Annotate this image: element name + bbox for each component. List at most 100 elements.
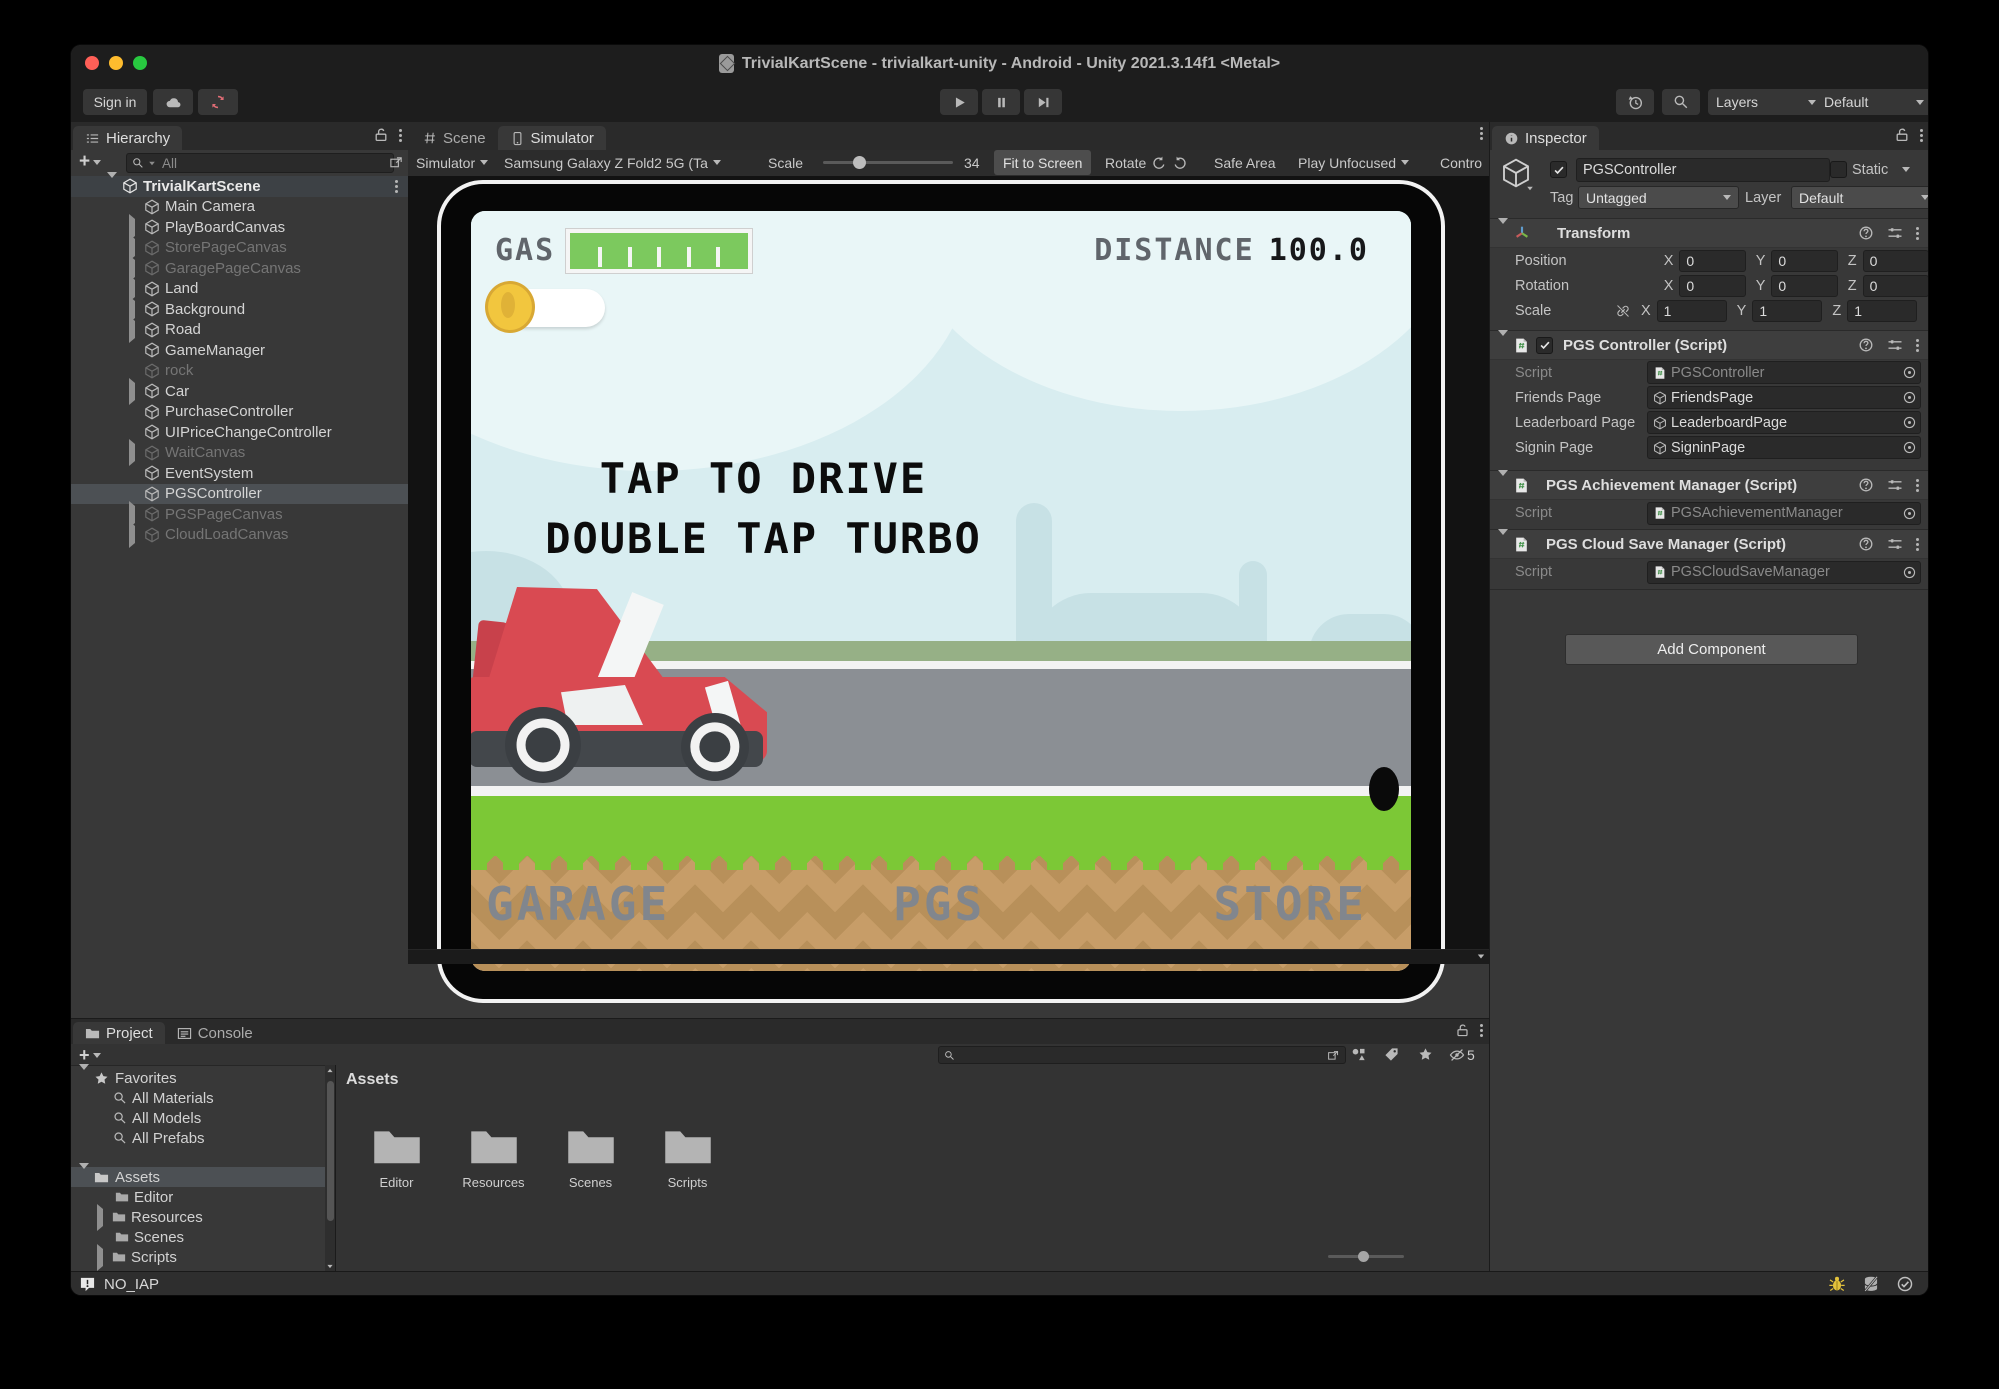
kebab-menu-icon[interactable] (1916, 479, 1919, 492)
kebab-menu-icon[interactable] (1916, 538, 1919, 551)
static-checkbox[interactable] (1830, 161, 1847, 178)
play-button[interactable] (940, 89, 978, 115)
object-picker-icon[interactable] (1902, 440, 1917, 455)
hierarchy-item[interactable]: EventSystem (71, 463, 408, 484)
hierarchy-item[interactable]: Main Camera (71, 197, 408, 218)
open-external-icon[interactable] (1327, 1049, 1340, 1062)
kebab-menu-icon[interactable] (1916, 339, 1919, 352)
gameobject-name-field[interactable] (1576, 158, 1830, 182)
sign-in-button[interactable]: Sign in (83, 89, 147, 115)
leaderboard-page-object-field[interactable]: LeaderboardPage (1647, 411, 1921, 434)
fit-to-screen-button[interactable]: Fit to Screen (994, 150, 1091, 175)
help-icon[interactable] (1858, 536, 1874, 552)
object-picker-icon[interactable] (1902, 415, 1917, 430)
kebab-menu-icon[interactable] (1480, 127, 1483, 140)
rotation-x-field[interactable]: 0 (1679, 275, 1745, 297)
hierarchy-item[interactable]: Background (71, 299, 408, 320)
gameobject-cube-icon[interactable] (1500, 157, 1532, 189)
hierarchy-item[interactable]: GaragePageCanvas (71, 258, 408, 279)
layer-dropdown[interactable]: Default (1791, 186, 1928, 209)
pause-button[interactable] (982, 89, 1020, 115)
close-button[interactable] (85, 56, 99, 70)
object-picker-icon[interactable] (1902, 565, 1917, 580)
hierarchy-item[interactable]: UIPriceChangeController (71, 422, 408, 443)
tab-scene[interactable]: Scene (411, 126, 498, 150)
kebab-menu-icon[interactable] (1920, 129, 1923, 142)
zoom-button[interactable] (133, 56, 147, 70)
favorites-item[interactable]: All Models (71, 1108, 325, 1128)
favorites-star-icon[interactable] (1418, 1047, 1433, 1062)
scale-z-field[interactable]: 1 (1847, 300, 1917, 322)
project-search-field[interactable] (938, 1046, 1346, 1064)
tree-folder[interactable]: Scenes (71, 1227, 325, 1247)
safe-area-toggle[interactable]: Safe Area (1214, 150, 1276, 175)
undo-history-button[interactable] (1616, 89, 1654, 115)
game-screen[interactable]: GAS DISTANCE100.0 TAP TO DRIVE DOUBLE TA… (471, 211, 1411, 971)
tag-dropdown[interactable]: Untagged (1578, 186, 1739, 209)
script-object-field[interactable]: PGSController (1647, 361, 1921, 384)
cache-server-icon[interactable] (1862, 1275, 1880, 1293)
position-x-field[interactable]: 0 (1679, 250, 1745, 272)
position-y-field[interactable]: 0 (1771, 250, 1837, 272)
debugger-bug-icon[interactable] (1828, 1275, 1846, 1293)
transform-header[interactable]: Transform (1490, 218, 1928, 248)
tree-scrollbar[interactable] (325, 1065, 335, 1272)
status-message[interactable]: NO_IAP (104, 1276, 159, 1293)
create-asset-button[interactable]: + (79, 1045, 101, 1066)
hierarchy-search-input[interactable] (160, 155, 388, 172)
open-external-icon[interactable] (389, 155, 404, 170)
pgs-cloudsave-header[interactable]: PGS Cloud Save Manager (Script) (1490, 529, 1928, 559)
tree-folder[interactable]: Editor (71, 1187, 325, 1207)
enabled-checkbox[interactable] (1536, 337, 1553, 354)
add-component-button[interactable]: Add Component (1565, 634, 1858, 665)
help-icon[interactable] (1858, 337, 1874, 353)
hidden-packages-toggle[interactable]: 5 (1449, 1047, 1475, 1063)
hierarchy-item[interactable]: Road (71, 320, 408, 341)
rotation-y-field[interactable]: 0 (1771, 275, 1837, 297)
active-checkbox[interactable] (1550, 161, 1567, 178)
project-search-input[interactable] (959, 1047, 1323, 1064)
tab-simulator[interactable]: Simulator (498, 126, 606, 150)
tree-folder[interactable]: Resources (71, 1207, 325, 1227)
scale-x-field[interactable]: 1 (1657, 300, 1727, 322)
help-icon[interactable] (1858, 225, 1874, 241)
create-object-button[interactable]: + (79, 153, 101, 171)
favorites-item[interactable]: All Prefabs (71, 1128, 325, 1148)
layout-dropdown[interactable]: Default (1816, 89, 1928, 115)
simulator-mode-dropdown[interactable]: Simulator (416, 150, 488, 175)
device-dropdown[interactable]: Samsung Galaxy Z Fold2 5G (Ta (504, 150, 721, 175)
scrollbar-thumb[interactable] (327, 1081, 334, 1221)
tab-project[interactable]: Project (73, 1022, 165, 1044)
tree-folder[interactable]: Scripts (71, 1247, 325, 1267)
kebab-menu-icon[interactable] (399, 129, 402, 142)
hierarchy-item[interactable]: rock (71, 361, 408, 382)
signin-page-object-field[interactable]: SigninPage (1647, 436, 1921, 459)
presets-icon[interactable] (1887, 536, 1903, 552)
hierarchy-item[interactable]: CloudLoadCanvas (71, 525, 408, 546)
object-picker-icon[interactable] (1902, 506, 1917, 521)
tab-hierarchy[interactable]: Hierarchy (73, 126, 182, 150)
tab-console[interactable]: Console (165, 1022, 265, 1044)
hierarchy-item[interactable]: PGSPageCanvas (71, 504, 408, 525)
slider-handle[interactable] (853, 156, 866, 169)
hierarchy-item[interactable]: WaitCanvas (71, 443, 408, 464)
search-button[interactable] (1662, 89, 1700, 115)
script-object-field[interactable]: PGSCloudSaveManager (1647, 561, 1921, 584)
friends-page-object-field[interactable]: FriendsPage (1647, 386, 1921, 409)
presets-icon[interactable] (1887, 477, 1903, 493)
rotation-z-field[interactable]: 0 (1863, 275, 1928, 297)
horizontal-scrollbar[interactable] (408, 949, 1489, 964)
lock-icon[interactable] (1455, 1023, 1470, 1038)
pgs-controller-header[interactable]: PGS Controller (Script) (1490, 330, 1928, 360)
presets-icon[interactable] (1887, 225, 1903, 241)
asset-folder[interactable]: Resources (445, 1121, 542, 1190)
pgs-button[interactable]: PGS (893, 877, 985, 931)
control-dropdown[interactable]: Contro (1440, 150, 1482, 175)
lock-icon[interactable] (1894, 127, 1910, 143)
kebab-menu-icon[interactable] (395, 180, 398, 193)
favorites-item[interactable]: All Materials (71, 1088, 325, 1108)
asset-folder[interactable]: Editor (348, 1121, 445, 1190)
object-picker-icon[interactable] (1902, 390, 1917, 405)
step-button[interactable] (1024, 89, 1062, 115)
progress-check-icon[interactable] (1896, 1275, 1914, 1293)
